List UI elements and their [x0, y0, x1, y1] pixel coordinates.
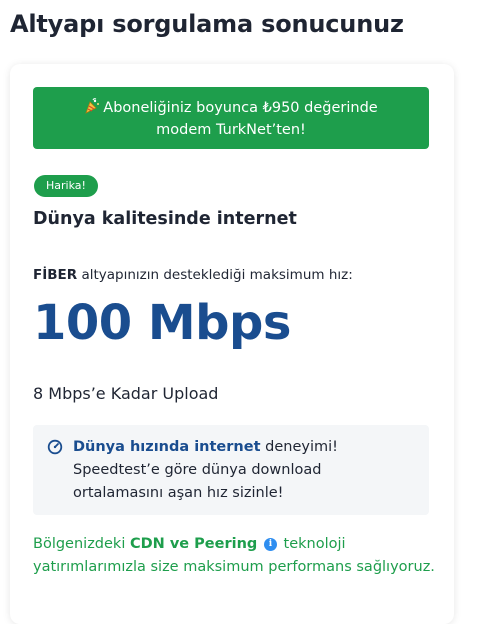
max-speed-label: altyapınızın desteklediği maksimum hız: [81, 267, 353, 283]
modem-promo-banner: Aboneliğiniz boyunca ₺950 değerinde mode… [33, 87, 429, 149]
max-speed-value: 100 Mbps [33, 295, 291, 351]
result-card: Aboneliğiniz boyunca ₺950 değerinde mode… [10, 64, 454, 624]
speedtest-info-box: Dünya hızında internet deneyimi! Speedte… [33, 425, 429, 515]
promo-line-2: modem TurkNet’ten! [156, 122, 306, 138]
cdn-peering-text: Bölgenizdeki CDN ve Peering i teknoloji … [33, 533, 443, 579]
upload-speed: 8 Mbps’e Kadar Upload [33, 384, 219, 403]
max-speed-description: FİBER altyapınızın desteklediği maksimum… [33, 267, 353, 283]
promo-line-1: Aboneliğiniz boyunca ₺950 değerinde [33, 98, 429, 120]
page-title: Altyapı sorgulama sonucunuz [10, 10, 404, 38]
info-icon[interactable]: i [263, 538, 277, 551]
party-popper-icon [84, 98, 100, 120]
quality-heading: Dünya kalitesinde internet [33, 209, 297, 229]
cdn-peering-bold: CDN ve Peering [129, 536, 258, 552]
speedtest-info-bold: Dünya hızında internet [73, 439, 261, 455]
infra-type: FİBER [33, 267, 78, 283]
promo-text-1: Aboneliğiniz boyunca ₺950 değerinde [103, 100, 378, 116]
speedtest-info-text: Dünya hızında internet deneyimi! Speedte… [73, 436, 413, 505]
status-badge: Harika! [34, 175, 98, 197]
speedometer-icon [47, 439, 63, 459]
cdn-prefix: Bölgenizdeki [33, 536, 130, 552]
